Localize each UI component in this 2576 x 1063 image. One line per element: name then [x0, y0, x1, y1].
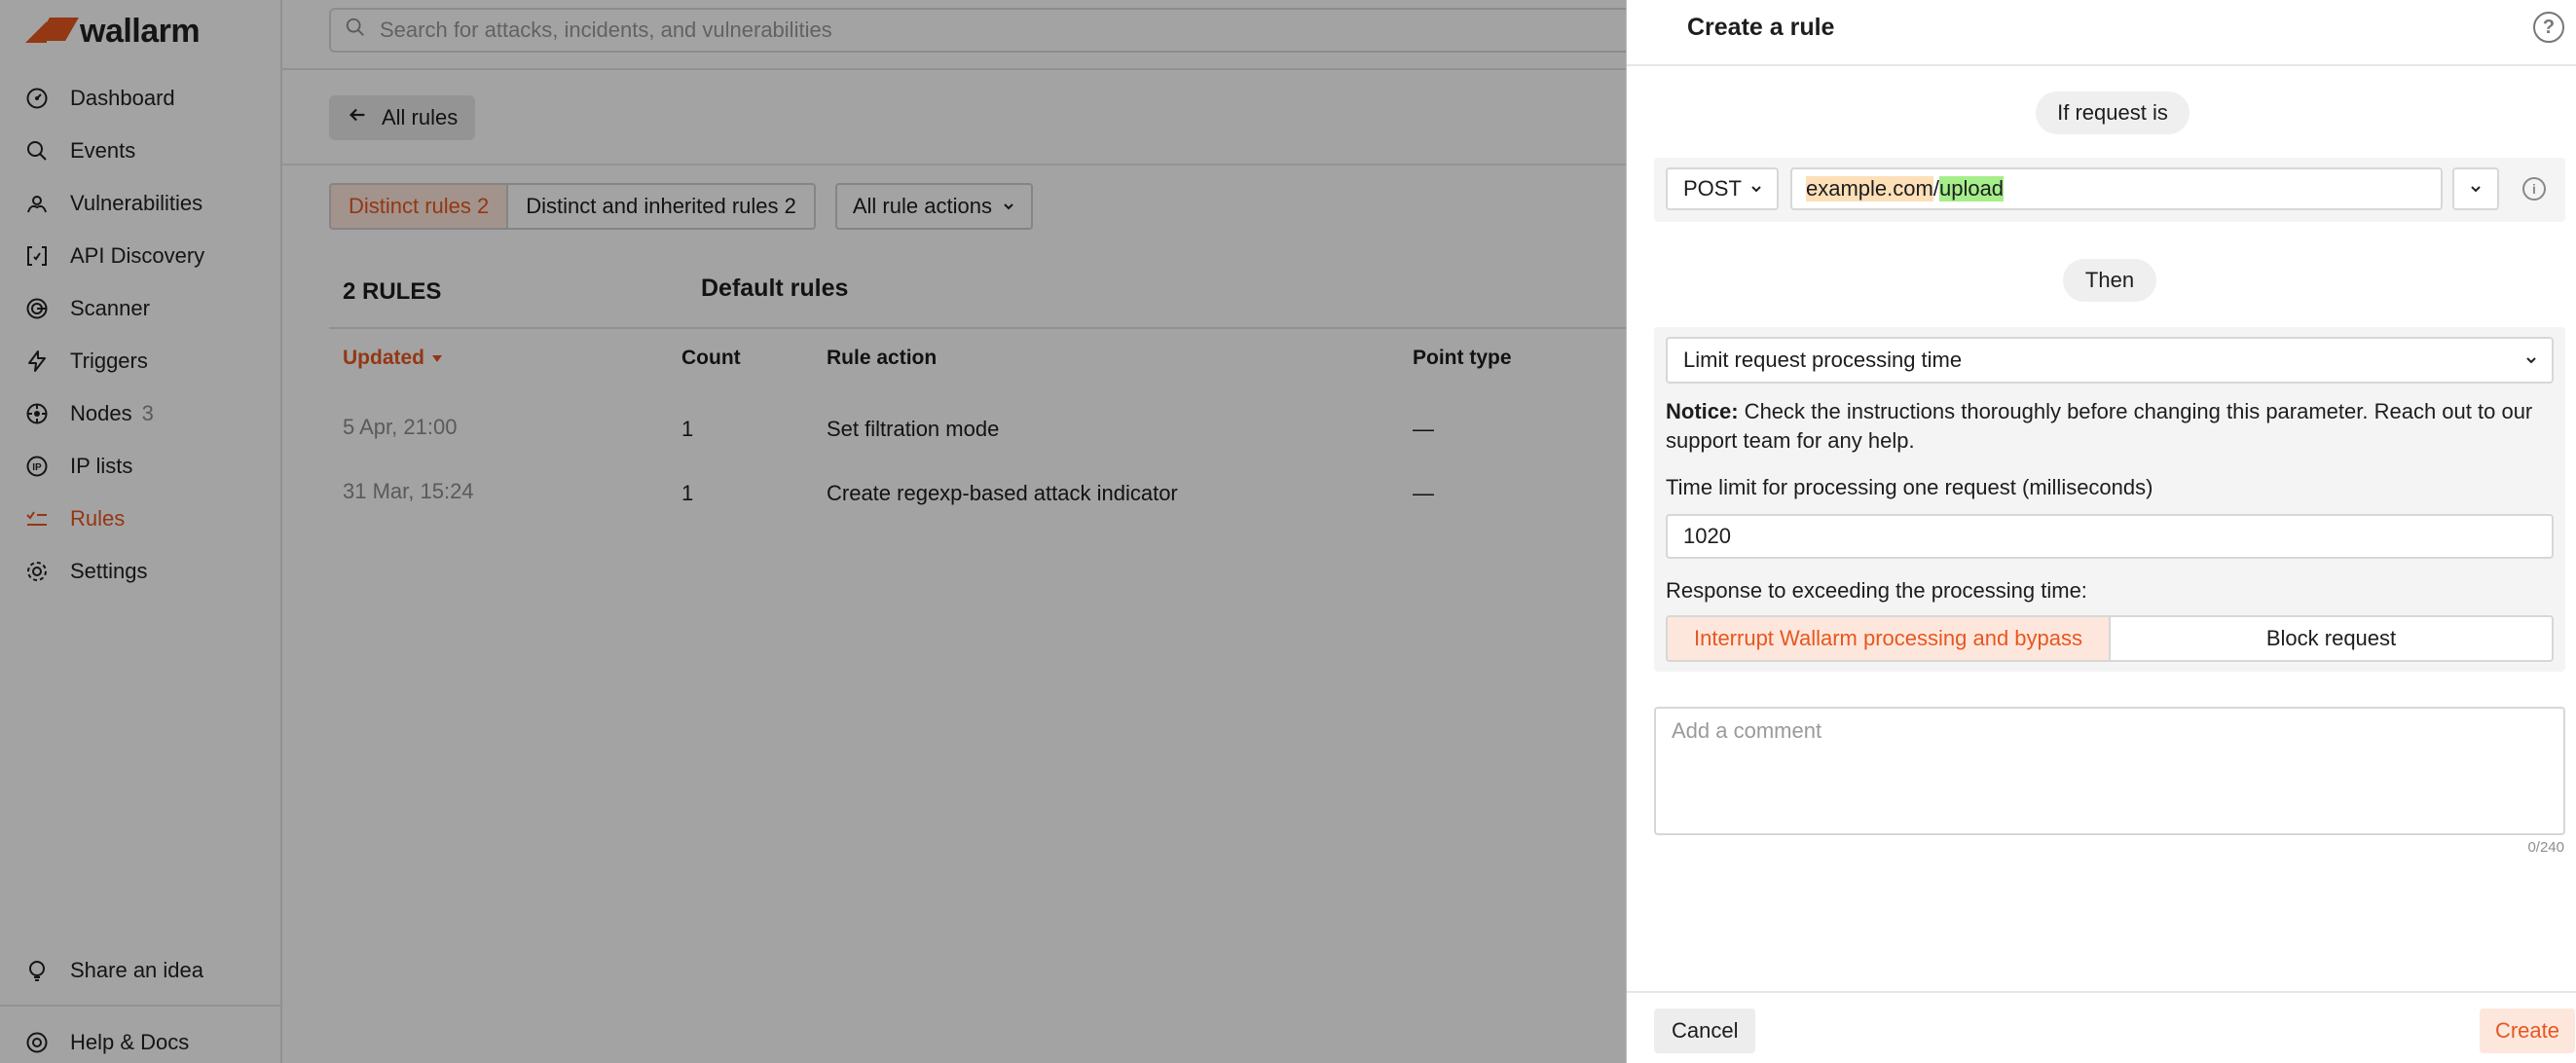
http-method-value: POST	[1683, 176, 1742, 201]
block-request-option[interactable]: Block request	[2111, 617, 2552, 660]
comment-textarea[interactable]: Add a comment	[1654, 707, 2565, 835]
response-label: Response to exceeding the processing tim…	[1666, 578, 2087, 603]
create-rule-drawer: Create a rule ? If request is POST examp…	[1626, 0, 2576, 1063]
notice-label: Notice:	[1666, 399, 1739, 423]
url-path-token: upload	[1938, 176, 2005, 202]
response-toggle: Interrupt Wallarm processing and bypass …	[1666, 615, 2554, 662]
url-options-dropdown[interactable]	[2452, 167, 2499, 210]
rule-action-select[interactable]: Limit request processing time	[1666, 337, 2554, 384]
drawer-footer: Cancel Create	[1627, 991, 2576, 1063]
comment-char-counter: 0/240	[2527, 839, 2564, 856]
request-condition-box: POST example.com / upload i	[1654, 158, 2565, 222]
drawer-title: Create a rule	[1687, 14, 1835, 41]
help-icon[interactable]: ?	[2533, 12, 2564, 43]
then-label: Then	[2063, 259, 2156, 302]
comment-placeholder: Add a comment	[1672, 718, 1822, 743]
time-limit-label: Time limit for processing one request (m…	[1666, 475, 2153, 499]
time-limit-input[interactable]: 1020	[1666, 514, 2554, 559]
http-method-select[interactable]: POST	[1666, 167, 1779, 210]
rule-action-value: Limit request processing time	[1683, 348, 1963, 372]
condition-label: If request is	[2036, 92, 2190, 134]
chevron-down-icon	[2469, 176, 2483, 202]
cancel-button[interactable]: Cancel	[1654, 1008, 1756, 1053]
interrupt-bypass-option[interactable]: Interrupt Wallarm processing and bypass	[1668, 617, 2111, 660]
info-icon[interactable]: i	[2522, 177, 2546, 201]
create-button[interactable]: Create	[2479, 1008, 2575, 1053]
notice-text: Notice: Check the instructions thoroughl…	[1666, 397, 2554, 456]
notice-body: Check the instructions thoroughly before…	[1666, 399, 2533, 453]
chevron-down-icon	[2524, 348, 2538, 373]
rule-action-box: Limit request processing time Notice: Ch…	[1654, 327, 2565, 672]
chevron-down-icon	[1749, 176, 1763, 202]
drawer-header: Create a rule ?	[1627, 0, 2576, 66]
url-domain-token: example.com	[1806, 176, 1933, 202]
url-input[interactable]: example.com / upload	[1790, 167, 2443, 210]
modal-backdrop[interactable]	[0, 0, 1626, 1063]
time-limit-value: 1020	[1683, 524, 1731, 548]
